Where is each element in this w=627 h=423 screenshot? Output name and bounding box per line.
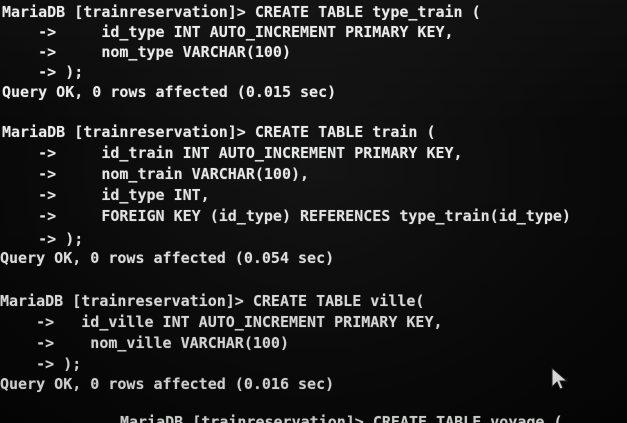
terminal-line: MariaDB [trainreservation]> CREATE TABLE… (120, 413, 563, 423)
terminal-line: MariaDB [trainreservation]> CREATE TABLE… (0, 292, 425, 310)
terminal-line: -> id_train INT AUTO_INCREMENT PRIMARY K… (2, 144, 463, 162)
terminal-line: Query OK, 0 rows affected (0.016 sec) (0, 375, 335, 393)
terminal-line: -> FOREIGN KEY (id_type) REFERENCES type… (2, 207, 571, 225)
terminal-line: -> ); (2, 230, 84, 248)
terminal-line: -> nom_type VARCHAR(100) (2, 43, 291, 61)
terminal-line: MariaDB [trainreservation]> CREATE TABLE… (2, 3, 481, 21)
terminal-line: -> id_type INT, (2, 186, 210, 204)
terminal-line: -> id_type INT AUTO_INCREMENT PRIMARY KE… (2, 23, 454, 41)
terminal-line: -> nom_ville VARCHAR(100) (0, 334, 289, 352)
terminal-line: -> ); (2, 63, 84, 81)
mouse-pointer-icon (551, 367, 569, 390)
terminal-line: Query OK, 0 rows affected (0.054 sec) (0, 249, 335, 267)
terminal-line: MariaDB [trainreservation]> CREATE TABLE… (2, 123, 436, 141)
terminal-line: -> id_ville INT AUTO_INCREMENT PRIMARY K… (0, 313, 443, 331)
terminal-window[interactable]: MariaDB [trainreservation]> CREATE TABLE… (0, 0, 627, 423)
terminal-line: Query OK, 0 rows affected (0.015 sec) (2, 83, 337, 101)
terminal-line: -> nom_train VARCHAR(100), (2, 165, 310, 183)
terminal-line: -> ); (0, 355, 82, 373)
